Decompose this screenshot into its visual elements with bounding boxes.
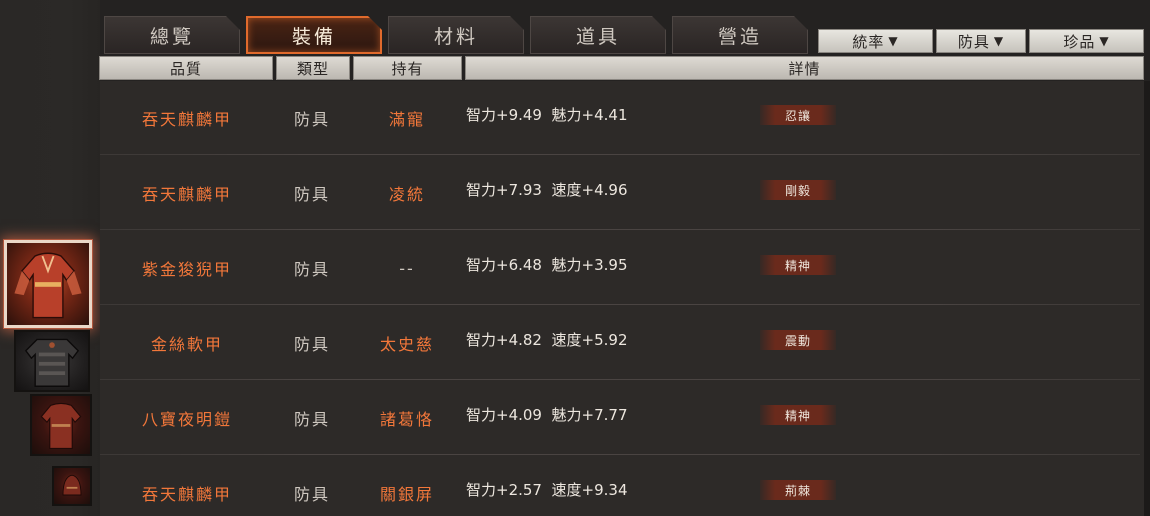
item-stats: 智力+2.57 速度+9.34 — [466, 452, 756, 516]
item-owner: 關銀屏 — [379, 485, 434, 504]
stat-secondary: 魅力+7.77 — [551, 405, 628, 424]
stat-secondary: 速度+5.92 — [551, 330, 628, 349]
tab-label: 材料 — [433, 25, 478, 48]
item-owner: 諸葛恪 — [379, 410, 434, 429]
item-type: 防具 — [293, 185, 330, 204]
item-name: 金絲軟甲 — [150, 335, 223, 354]
filter-label: 珍品 — [1063, 32, 1096, 51]
item-thumbnail[interactable] — [30, 394, 92, 456]
dropdown-arrow-icon: ▼ — [888, 34, 899, 48]
equipment-table: 吞天麒麟甲 防具 滿寵 智力+9.49 魅力+4.41 忍讓 吞天麒麟甲 防具 … — [100, 81, 1146, 516]
item-stats: 智力+7.93 速度+4.96 — [466, 152, 756, 226]
trait-badge: 忍讓 — [760, 105, 836, 125]
red-robe-armor-icon — [14, 252, 82, 319]
trait-badge: 精神 — [760, 405, 836, 425]
item-stats: 智力+6.48 魅力+3.95 — [466, 227, 756, 301]
filter-label: 統率 — [852, 32, 885, 51]
stat-primary: 智力+6.48 — [466, 255, 542, 274]
item-thumbnail-strip — [0, 0, 100, 516]
tab-label: 營造 — [717, 25, 762, 48]
item-name: 八寶夜明鎧 — [141, 410, 232, 429]
item-thumbnail[interactable] — [14, 330, 90, 392]
item-name: 紫金狻猊甲 — [141, 260, 232, 279]
tab-label: 道具 — [575, 25, 620, 48]
table-row[interactable]: 八寶夜明鎧 防具 諸葛恪 智力+4.09 魅力+7.77 精神 — [100, 381, 1140, 455]
filter-attribute-dropdown[interactable]: 統率 ▼ — [818, 29, 933, 53]
item-name: 吞天麒麟甲 — [141, 185, 232, 204]
stat-secondary: 魅力+3.95 — [551, 255, 628, 274]
tab-items[interactable]: 道具 — [530, 16, 666, 54]
tab-equipment[interactable]: 裝備 — [246, 16, 382, 54]
table-row[interactable]: 吞天麒麟甲 防具 關銀屏 智力+2.57 速度+9.34 荊棘 — [100, 456, 1140, 516]
trait-badge: 震動 — [760, 330, 836, 350]
item-stats: 智力+4.09 魅力+7.77 — [466, 377, 756, 451]
item-thumbnail[interactable] — [52, 466, 92, 506]
filter-category-dropdown[interactable]: 防具 ▼ — [936, 29, 1026, 53]
stat-primary: 智力+7.93 — [466, 180, 542, 199]
tab-label: 裝備 — [291, 25, 336, 48]
tab-overview[interactable]: 總覽 — [104, 16, 240, 54]
tab-materials[interactable]: 材料 — [388, 16, 524, 54]
tab-label: 總覽 — [149, 25, 194, 48]
column-header-label: 詳情 — [788, 59, 821, 78]
filter-label: 防具 — [957, 32, 990, 51]
column-header-quality[interactable]: 品質 — [99, 56, 273, 80]
stat-secondary: 魅力+4.41 — [551, 105, 628, 124]
item-stats: 智力+9.49 魅力+4.41 — [466, 77, 756, 151]
item-type: 防具 — [293, 410, 330, 429]
item-owner: 滿寵 — [388, 110, 425, 129]
column-header-label: 持有 — [391, 59, 424, 78]
filter-rarity-dropdown[interactable]: 珍品 ▼ — [1029, 29, 1144, 53]
stat-secondary: 速度+4.96 — [551, 180, 628, 199]
stat-secondary: 速度+9.34 — [551, 480, 628, 499]
dropdown-arrow-icon: ▼ — [993, 34, 1005, 48]
item-thumbnail-selected[interactable] — [4, 240, 92, 328]
dropdown-arrow-icon: ▼ — [1099, 34, 1110, 48]
table-scroll-edge — [1144, 81, 1150, 516]
item-name: 吞天麒麟甲 — [141, 110, 232, 129]
table-row[interactable]: 金絲軟甲 防具 太史慈 智力+4.82 速度+5.92 震動 — [100, 306, 1140, 380]
column-header-label: 品質 — [169, 59, 202, 78]
stat-primary: 智力+4.09 — [466, 405, 542, 424]
item-owner: 太史慈 — [379, 335, 434, 354]
item-owner: -- — [399, 258, 415, 278]
item-name: 吞天麒麟甲 — [141, 485, 232, 504]
item-type: 防具 — [293, 485, 330, 504]
table-row[interactable]: 紫金狻猊甲 防具 -- 智力+6.48 魅力+3.95 精神 — [100, 231, 1140, 305]
trait-badge: 荊棘 — [760, 480, 836, 500]
helmet-armor-icon — [62, 474, 82, 496]
item-owner: 凌統 — [388, 185, 425, 204]
tab-construction[interactable]: 營造 — [672, 16, 808, 54]
stat-primary: 智力+2.57 — [466, 480, 542, 499]
trait-badge: 剛毅 — [760, 180, 836, 200]
column-header-owner[interactable]: 持有 — [353, 56, 462, 80]
table-row[interactable]: 吞天麒麟甲 防具 滿寵 智力+9.49 魅力+4.41 忍讓 — [100, 81, 1140, 155]
item-stats: 智力+4.82 速度+5.92 — [466, 302, 756, 376]
red-robe-armor-icon — [40, 402, 82, 449]
item-type: 防具 — [293, 335, 330, 354]
item-type: 防具 — [293, 110, 330, 129]
stat-primary: 智力+9.49 — [466, 105, 542, 124]
stat-primary: 智力+4.82 — [466, 330, 542, 349]
trait-badge: 精神 — [760, 255, 836, 275]
table-row[interactable]: 吞天麒麟甲 防具 凌統 智力+7.93 速度+4.96 剛毅 — [100, 156, 1140, 230]
column-header-label: 類型 — [296, 59, 329, 78]
item-type: 防具 — [293, 260, 330, 279]
column-header-type[interactable]: 類型 — [276, 56, 350, 80]
dark-plate-armor-icon — [24, 338, 80, 387]
